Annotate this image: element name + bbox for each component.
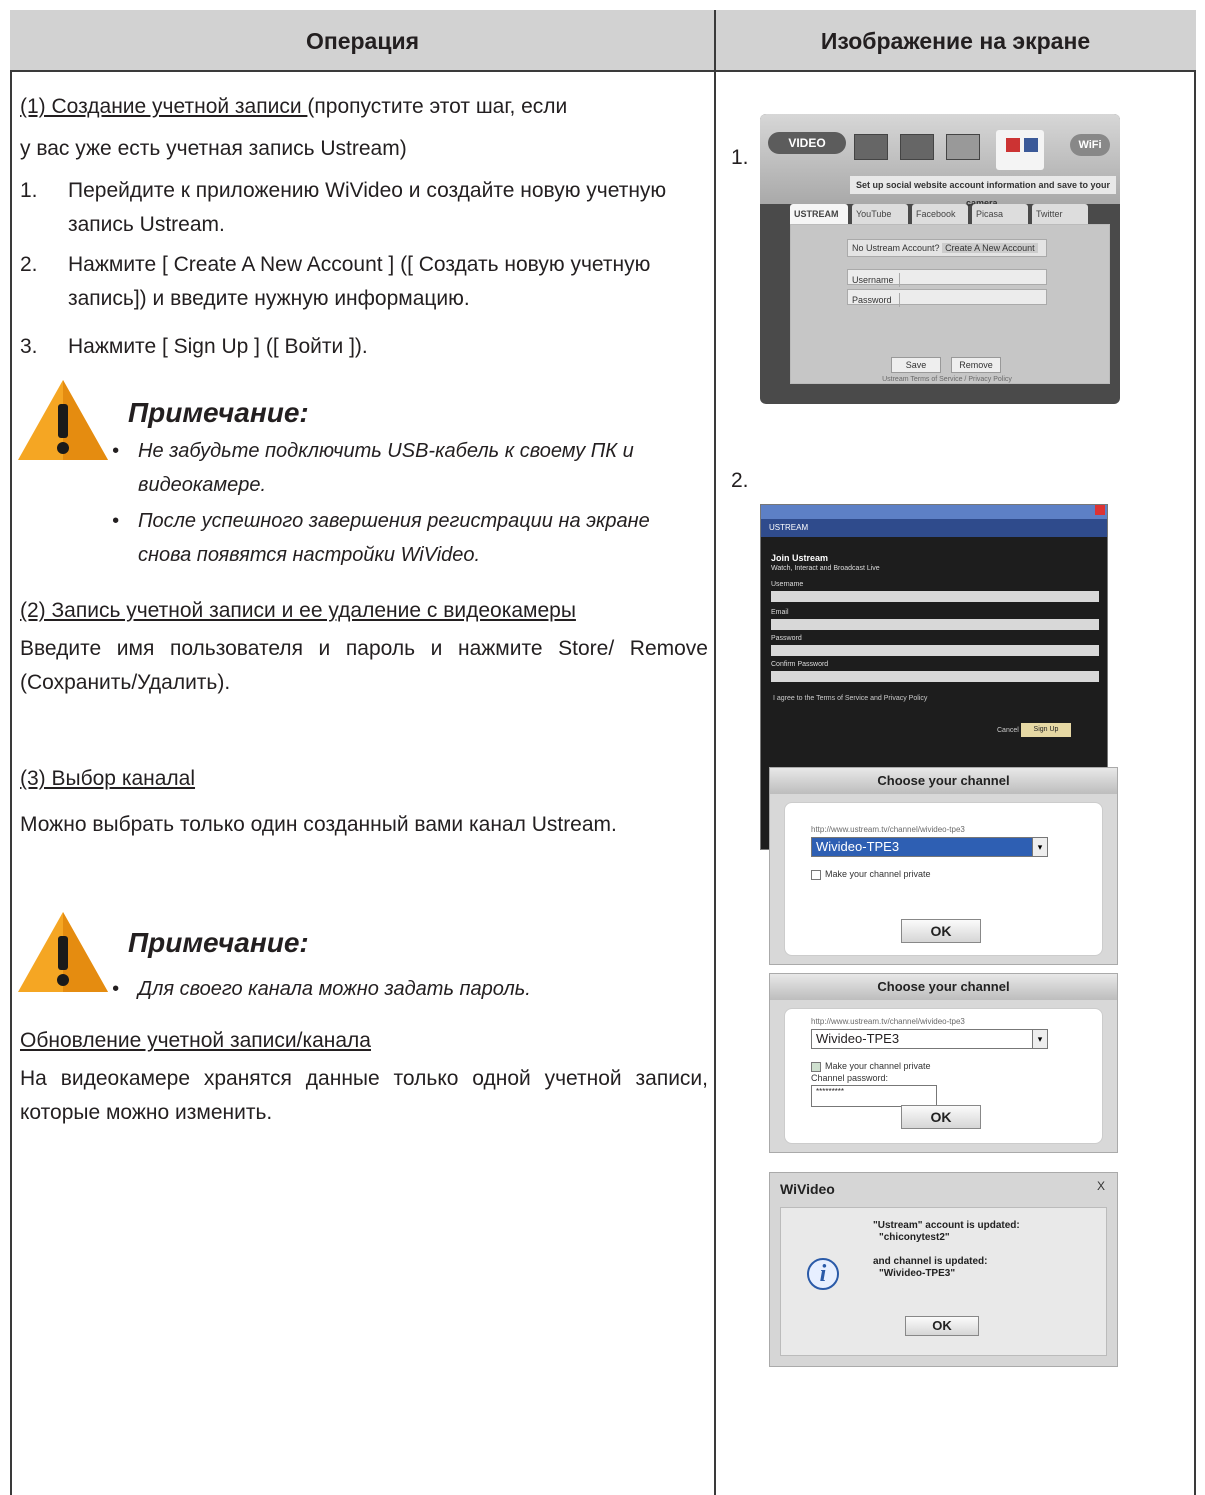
section4-title: Обновление учетной записи/канала (20, 1029, 371, 1052)
terms-text (847, 313, 1047, 322)
service-tabs: USTREAM YouTube Facebook Picasa Twitter (790, 204, 1110, 224)
section2-title: (2) Запись учетной записи и ее удаление … (20, 599, 576, 622)
section3-title: (3) Выбор каналаl (20, 767, 196, 790)
header-screen: Изображение на экране (820, 28, 1091, 54)
no-account-row: No Ustream Account? Create A New Account (847, 239, 1047, 257)
channel-url: http://www.ustream.tv/channel/wivideo-tp… (811, 825, 965, 834)
screen-column: 1. VIDEO WiFi Set up social website acco… (715, 72, 1196, 1495)
section1-line2: у вас уже есть учетная запись Ustream) (20, 137, 407, 160)
terms-link: Ustream Terms of Service / Privacy Polic… (882, 376, 1012, 383)
table-header: Операция Изображение на экране (10, 10, 1196, 72)
message-line-4: "Wivideo-TPE3" (879, 1268, 956, 1279)
password-label: Channel password: (811, 1073, 889, 1083)
setup-banner: Set up social website account informatio… (850, 176, 1116, 208)
screen-number-2: 2. (731, 469, 749, 492)
warning-icon (18, 912, 108, 992)
ok-button: OK (901, 1105, 981, 1129)
live-video-icon (900, 134, 934, 160)
agree-checkbox: I agree to the Terms of Service and Priv… (773, 695, 928, 702)
channel-select: Wivideo-TPE3 ▾ (811, 837, 1048, 857)
dialog-title: Choose your channel (770, 974, 1117, 1000)
join-subtitle: Watch, Interact and Broadcast Live (771, 565, 880, 572)
close-icon (1095, 505, 1105, 515)
username-field (771, 591, 1099, 602)
confirm-label: Confirm Password (771, 661, 829, 668)
choose-channel-password-screenshot: Choose your channel http://www.ustream.t… (769, 973, 1118, 1153)
section4-text: На видеокамере хранятся данные только од… (20, 1067, 708, 1124)
note-title-1: Примечание: (128, 397, 309, 428)
email-label: Email (771, 609, 789, 616)
message-line-3: and channel is updated: (873, 1256, 988, 1267)
dialog-body: http://www.ustream.tv/channel/wivideo-tp… (784, 802, 1103, 956)
header-operation: Операция (305, 28, 420, 54)
wifi-icon: WiFi (1070, 134, 1110, 156)
cancel-link: Cancel (997, 727, 1019, 734)
section2-text: Введите имя пользователя и пароль и нажм… (20, 637, 708, 694)
tab-twitter: Twitter (1032, 204, 1088, 224)
video-chat-icon (946, 134, 980, 160)
choose-channel-screenshot: Choose your channel http://www.ustream.t… (769, 767, 1118, 965)
private-checkbox: Make your channel private (811, 869, 931, 880)
tab-youtube: YouTube (852, 204, 908, 224)
dialog-body: http://www.ustream.tv/channel/wivideo-tp… (784, 1008, 1103, 1144)
private-checkbox: Make your channel private (811, 1061, 931, 1072)
save-button: Save (891, 357, 941, 373)
dialog-body: i "Ustream" account is updated: "chicony… (780, 1207, 1107, 1356)
chevron-down-icon: ▾ (1032, 1029, 1048, 1049)
dialog-title: Choose your channel (770, 768, 1117, 794)
username-label: Username (771, 581, 804, 588)
username-field: Username (847, 269, 1047, 287)
account-setup-icon (996, 130, 1044, 170)
info-icon: i (807, 1258, 839, 1290)
wivideo-logo: VIDEO (768, 132, 846, 154)
section1-title: (1) Создание учетной записи (пропустите … (20, 95, 568, 118)
transfer-icon (854, 134, 888, 160)
close-icon: X (1096, 1179, 1105, 1193)
email-field (771, 619, 1099, 630)
message-line-2: "chiconytest2" (879, 1232, 950, 1243)
note-title-2: Примечание: (128, 927, 309, 958)
password-field: ********* (811, 1085, 937, 1107)
chevron-down-icon: ▾ (1032, 837, 1048, 857)
section3-text: Можно выбрать только один созданный вами… (20, 813, 617, 836)
ok-button: OK (905, 1316, 979, 1336)
join-title: Join Ustream (771, 553, 829, 563)
password-field (771, 645, 1099, 656)
screen-number-1: 1. (731, 146, 749, 169)
ok-button: OK (901, 919, 981, 943)
tab-facebook: Facebook (912, 204, 968, 224)
dialog-title: WiVideo (780, 1181, 835, 1197)
document-page: Операция Изображение на экране (1) Созда… (10, 10, 1196, 1495)
password-label: Password (771, 635, 802, 642)
window-titlebar (761, 505, 1107, 519)
confirm-field (771, 671, 1099, 682)
tab-ustream: USTREAM (790, 204, 848, 224)
message-line-1: "Ustream" account is updated: (873, 1220, 1020, 1231)
remove-button: Remove (951, 357, 1001, 373)
wivideo-account-setup-screenshot: VIDEO WiFi Set up social website account… (760, 114, 1120, 404)
app-toolbar: VIDEO WiFi Set up social website account… (760, 114, 1120, 208)
tab-picasa: Picasa (972, 204, 1028, 224)
ustream-header: USTREAM (761, 519, 1107, 537)
sign-up-button: Sign Up (1021, 723, 1071, 737)
warning-icon (18, 380, 108, 460)
account-panel: No Ustream Account? Create A New Account… (790, 224, 1110, 384)
channel-url: http://www.ustream.tv/channel/wivideo-tp… (811, 1017, 965, 1026)
password-field: Password (847, 289, 1047, 307)
channel-select: Wivideo-TPE3 ▾ (811, 1029, 1048, 1049)
wivideo-message-screenshot: WiVideo X i "Ustream" account is updated… (769, 1172, 1118, 1367)
